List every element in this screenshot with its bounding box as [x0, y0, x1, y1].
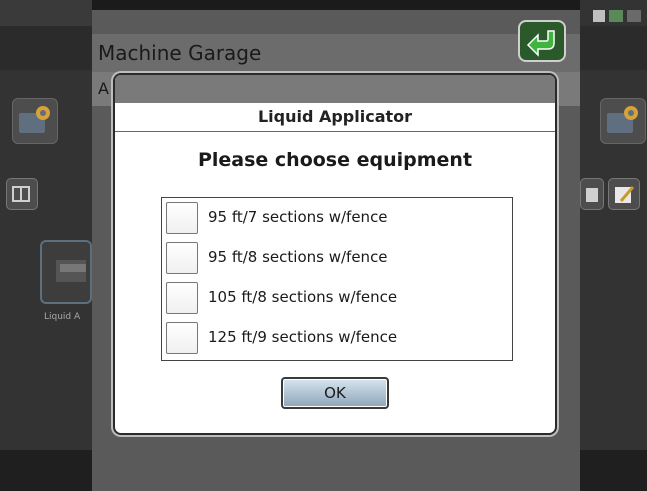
status-icons-svg: [593, 10, 641, 22]
ok-button[interactable]: OK: [281, 377, 389, 409]
gear-icon-svg: [19, 106, 50, 133]
top-strip: [92, 0, 580, 10]
gear-icon-right-svg: [607, 106, 638, 133]
left-bottom-bar: [0, 450, 92, 491]
machine-tile[interactable]: [40, 240, 92, 304]
dialog-header-band: [115, 75, 555, 103]
machine-tile-label: Liquid A: [44, 312, 81, 322]
dialog-title: Liquid Applicator: [115, 103, 555, 132]
right-bottom-bar: [580, 450, 647, 491]
option-checkbox[interactable]: [166, 322, 198, 354]
equipment-option[interactable]: 105 ft/8 sections w/fence: [166, 278, 506, 316]
trash-icon: [586, 188, 598, 202]
right-toolbar: [580, 26, 647, 70]
edit-button[interactable]: [608, 178, 640, 210]
option-label: 125 ft/9 sections w/fence: [208, 328, 398, 346]
page-title: Machine Garage: [92, 34, 580, 72]
sprayer-icon: [56, 260, 86, 282]
add-button[interactable]: [6, 178, 38, 210]
equipment-option[interactable]: 95 ft/8 sections w/fence: [166, 238, 506, 276]
option-label: 105 ft/8 sections w/fence: [208, 288, 398, 306]
add-icon: [12, 186, 30, 202]
gear-icon-right[interactable]: [600, 98, 646, 144]
status-icons: [593, 8, 645, 22]
dialog-heading: Please choose equipment: [197, 149, 473, 171]
option-checkbox[interactable]: [166, 282, 198, 314]
equipment-option[interactable]: 95 ft/7 sections w/fence: [166, 198, 506, 236]
option-label: 95 ft/7 sections w/fence: [208, 208, 388, 226]
option-checkbox[interactable]: [166, 202, 198, 234]
left-top-bar: [0, 0, 92, 26]
delete-button[interactable]: [580, 178, 604, 210]
equipment-dialog: Liquid Applicator Please choose equipmen…: [113, 73, 557, 435]
return-arrow-icon: [526, 30, 555, 57]
equipment-option[interactable]: 125 ft/9 sections w/fence: [166, 318, 506, 356]
option-label: 95 ft/8 sections w/fence: [208, 248, 388, 266]
edit-icon: [615, 186, 635, 203]
available-label: A: [98, 79, 109, 98]
equipment-options-list: 95 ft/7 sections w/fence 95 ft/8 section…: [161, 197, 513, 361]
left-toolbar: [0, 26, 92, 70]
gear-icon[interactable]: [12, 98, 58, 144]
return-button[interactable]: [518, 20, 566, 62]
option-checkbox[interactable]: [166, 242, 198, 274]
right-pane: [580, 0, 647, 491]
